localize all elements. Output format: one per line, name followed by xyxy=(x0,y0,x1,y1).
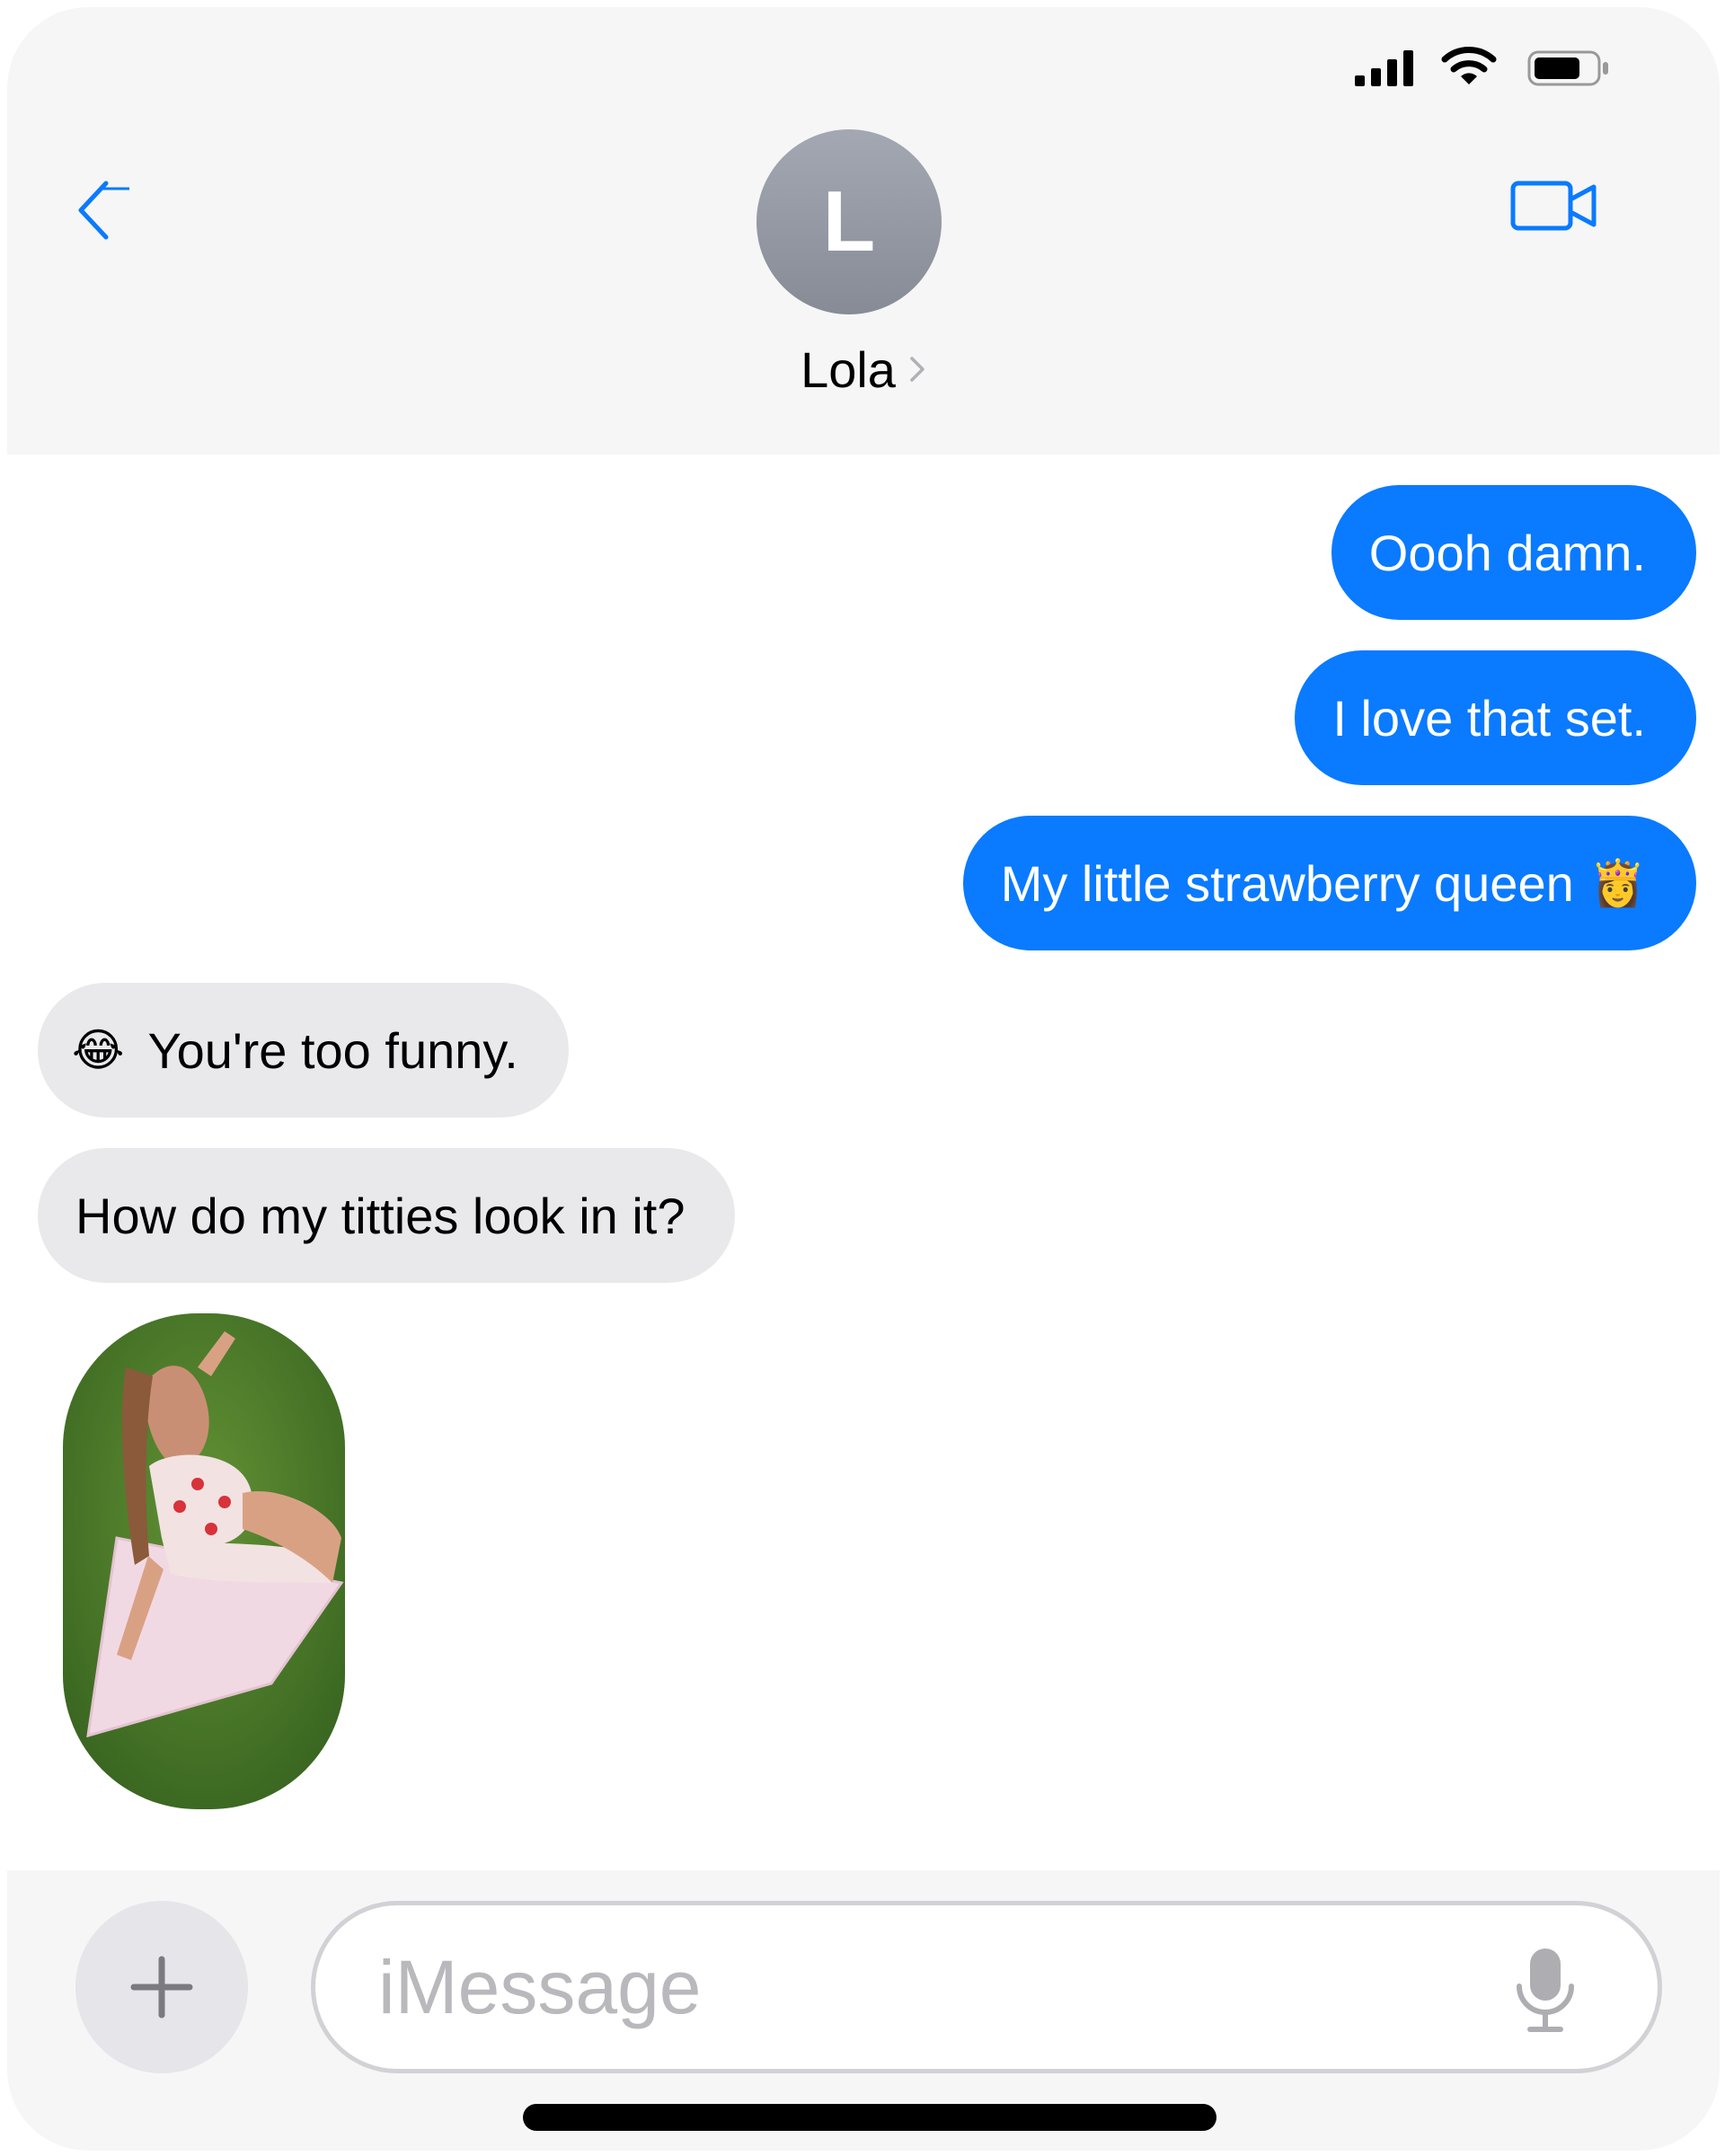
message-text: I love that set. xyxy=(1332,689,1646,747)
microphone-icon[interactable] xyxy=(1514,1947,1577,2035)
phone-screen: L Lola Oooh damn. I love that set. My li… xyxy=(7,7,1720,2151)
contact-avatar[interactable]: L xyxy=(756,129,942,314)
facetime-video-button[interactable] xyxy=(1509,174,1599,237)
conversation-header: L Lola xyxy=(7,7,1720,455)
message-composer-bar: iMessage xyxy=(7,1870,1720,2151)
wifi-icon xyxy=(1441,47,1497,84)
photo-image xyxy=(63,1313,345,1809)
received-message-bubble[interactable]: 😂 You're too funny. xyxy=(38,983,569,1118)
sent-message-bubble[interactable]: Oooh damn. xyxy=(1331,485,1696,620)
sent-message-bubble[interactable]: My little strawberry queen 👸 xyxy=(962,816,1696,950)
contact-name: Lola xyxy=(801,340,896,398)
add-attachment-button[interactable] xyxy=(75,1901,248,2073)
received-photo-attachment[interactable] xyxy=(63,1313,345,1809)
chevron-left-icon xyxy=(78,181,129,240)
message-text: My little strawberry queen xyxy=(1000,854,1574,912)
home-indicator xyxy=(523,2104,1216,2131)
back-button[interactable] xyxy=(68,174,137,246)
message-text: You're too funny. xyxy=(147,1021,518,1079)
laughing-emoji: 😂 xyxy=(72,1025,125,1075)
message-text: How do my titties look in it? xyxy=(75,1187,686,1244)
sent-message-bubble[interactable]: I love that set. xyxy=(1295,650,1696,785)
contact-name-button[interactable]: Lola xyxy=(7,338,1720,401)
status-bar xyxy=(1355,45,1624,90)
message-text: Oooh damn. xyxy=(1368,524,1646,581)
received-message-bubble[interactable]: How do my titties look in it? xyxy=(38,1148,736,1283)
chevron-right-icon xyxy=(910,357,924,382)
imessage-input[interactable]: iMessage xyxy=(311,1901,1662,2073)
video-camera-icon xyxy=(1510,181,1597,231)
princess-emoji: 👸 xyxy=(1589,857,1646,908)
cellular-signal-icon xyxy=(1355,50,1413,86)
plus-icon xyxy=(130,1956,193,2019)
battery-icon xyxy=(1527,50,1608,86)
input-placeholder: iMessage xyxy=(378,1944,702,2029)
